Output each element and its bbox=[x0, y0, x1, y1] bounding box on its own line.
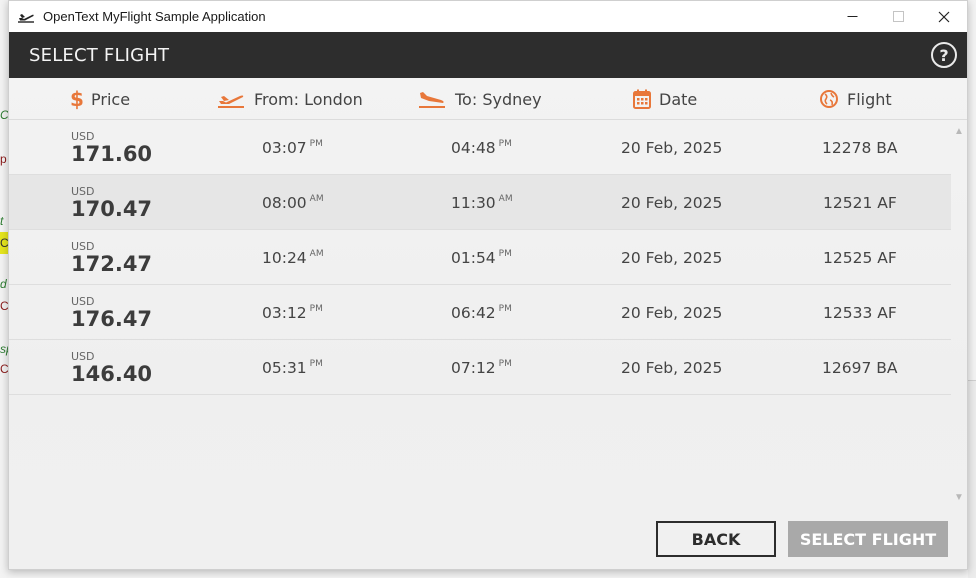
svg-text:$: $ bbox=[70, 88, 83, 110]
flight-number: 12521 AF bbox=[823, 193, 897, 212]
plane-icon bbox=[11, 1, 41, 32]
page-header: SELECT FLIGHT ? bbox=[9, 32, 967, 78]
column-label: Price bbox=[91, 89, 131, 109]
background-text: d bbox=[0, 277, 7, 291]
scroll-up-arrow[interactable]: ▲ bbox=[953, 126, 965, 137]
currency-label: USD bbox=[71, 240, 95, 253]
flight-date: 20 Feb, 2025 bbox=[621, 358, 723, 377]
column-label: From: London bbox=[254, 89, 363, 109]
price-cell: USD 146.40 bbox=[71, 340, 152, 395]
arrive-time: 04:48 PM bbox=[451, 138, 512, 157]
help-icon: ? bbox=[939, 45, 949, 65]
column-label: Date bbox=[659, 89, 698, 109]
close-button[interactable] bbox=[921, 1, 967, 32]
flight-table: USD 171.60 03:07 PM 04:48 PM 20 Feb, 2025 … bbox=[9, 120, 951, 395]
flight-date: 20 Feb, 2025 bbox=[621, 303, 723, 322]
scroll-down-arrow[interactable]: ▼ bbox=[953, 492, 965, 503]
column-header-from[interactable]: From: London bbox=[216, 78, 363, 120]
background-panel bbox=[968, 380, 976, 578]
column-header-to[interactable]: To: Sydney bbox=[417, 78, 542, 120]
price-value: 171.60 bbox=[71, 142, 153, 166]
price-cell: USD 171.60 bbox=[71, 120, 152, 175]
flight-row[interactable]: USD 146.40 05:31 PM 07:12 PM 20 Feb, 2025 … bbox=[9, 340, 951, 395]
background-text: C bbox=[0, 108, 8, 122]
background-text: C bbox=[0, 232, 8, 254]
price-cell: USD 172.47 bbox=[71, 230, 152, 285]
arrive-time: 11:30 AM bbox=[451, 193, 513, 212]
calendar-icon bbox=[633, 89, 651, 109]
currency-label: USD bbox=[71, 350, 95, 363]
plane-landing-icon bbox=[417, 89, 447, 109]
column-header-price[interactable]: $ Price bbox=[69, 78, 130, 120]
depart-time: 03:12 PM bbox=[262, 303, 323, 322]
maximize-icon bbox=[892, 11, 904, 22]
currency-label: USD bbox=[71, 295, 95, 308]
background-text: C bbox=[0, 299, 8, 313]
column-header-row: $ Price From: London To: Sydney Date Fli… bbox=[9, 78, 967, 120]
flight-date: 20 Feb, 2025 bbox=[621, 248, 723, 267]
help-button[interactable]: ? bbox=[931, 42, 957, 68]
globe-icon bbox=[819, 89, 839, 109]
depart-time: 03:07 PM bbox=[262, 138, 323, 157]
flight-number: 12533 AF bbox=[823, 303, 897, 322]
back-button[interactable]: BACK bbox=[656, 521, 776, 557]
arrive-time: 07:12 PM bbox=[451, 358, 512, 377]
price-cell: USD 170.47 bbox=[71, 175, 152, 230]
currency-label: USD bbox=[71, 130, 95, 143]
page-title: SELECT FLIGHT bbox=[29, 44, 170, 66]
depart-time: 10:24 AM bbox=[262, 248, 324, 267]
flight-row[interactable]: USD 170.47 08:00 AM 11:30 AM 20 Feb, 2025 … bbox=[9, 175, 951, 230]
price-value: 176.47 bbox=[71, 307, 153, 331]
flight-number: 12278 BA bbox=[822, 138, 898, 157]
title-bar: OpenText MyFlight Sample Application bbox=[9, 1, 967, 32]
minimize-button[interactable] bbox=[829, 1, 875, 32]
background-text: sp bbox=[0, 342, 8, 356]
flight-row[interactable]: USD 172.47 10:24 AM 01:54 PM 20 Feb, 2025 … bbox=[9, 230, 951, 285]
flight-date: 20 Feb, 2025 bbox=[621, 193, 723, 212]
column-header-date[interactable]: Date bbox=[633, 78, 697, 120]
flight-number: 12697 BA bbox=[822, 358, 898, 377]
column-label: To: Sydney bbox=[455, 89, 542, 109]
price-value: 146.40 bbox=[71, 362, 153, 386]
flight-date: 20 Feb, 2025 bbox=[621, 138, 723, 157]
price-cell: USD 176.47 bbox=[71, 285, 152, 340]
price-value: 170.47 bbox=[71, 197, 153, 221]
select-flight-button[interactable]: SELECT FLIGHT bbox=[788, 521, 948, 557]
flight-row[interactable]: USD 176.47 03:12 PM 06:42 PM 20 Feb, 2025 … bbox=[9, 285, 951, 340]
price-value: 172.47 bbox=[71, 252, 153, 276]
column-header-flight[interactable]: Flight bbox=[819, 78, 892, 120]
app-window: OpenText MyFlight Sample Application SEL… bbox=[8, 0, 968, 570]
plane-takeoff-icon bbox=[216, 89, 246, 109]
background-text: p bbox=[0, 152, 7, 166]
currency-label: USD bbox=[71, 185, 95, 198]
dollar-icon: $ bbox=[69, 88, 83, 110]
window-title: OpenText MyFlight Sample Application bbox=[43, 9, 266, 24]
close-icon bbox=[938, 11, 950, 22]
arrive-time: 06:42 PM bbox=[451, 303, 512, 322]
flight-number: 12525 AF bbox=[823, 248, 897, 267]
background-text: C bbox=[0, 362, 8, 376]
flight-list-panel: $ Price From: London To: Sydney Date Fli… bbox=[9, 78, 967, 569]
column-label: Flight bbox=[847, 89, 892, 109]
minimize-icon bbox=[847, 16, 857, 17]
background-text: t bbox=[0, 214, 4, 228]
depart-time: 08:00 AM bbox=[262, 193, 324, 212]
flight-row[interactable]: USD 171.60 03:07 PM 04:48 PM 20 Feb, 2025 … bbox=[9, 120, 951, 175]
depart-time: 05:31 PM bbox=[262, 358, 323, 377]
arrive-time: 01:54 PM bbox=[451, 248, 512, 267]
maximize-button[interactable] bbox=[875, 1, 921, 32]
